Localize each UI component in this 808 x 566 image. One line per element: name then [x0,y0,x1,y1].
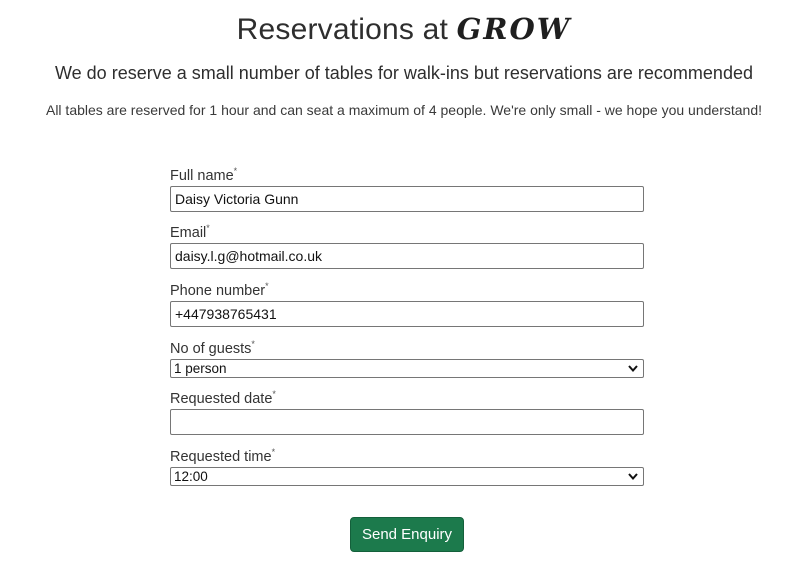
email-input[interactable] [170,243,644,269]
full-name-input[interactable] [170,186,644,212]
required-mark: * [272,389,276,399]
guests-select[interactable]: 1 person [170,359,644,378]
send-enquiry-button[interactable]: Send Enquiry [350,517,464,552]
required-mark: * [206,223,210,233]
email-label: Email* [170,223,210,241]
brand-name: GROW [456,12,572,46]
phone-input[interactable] [170,301,644,327]
required-mark: * [265,281,269,291]
time-selected-value: 12:00 [174,469,208,484]
page-title: Reservations at GROW [0,12,808,47]
page-title-prefix: Reservations at [236,13,457,46]
full-name-label: Full name* [170,166,238,184]
chevron-down-icon [628,365,638,373]
time-select[interactable]: 12:00 [170,467,644,486]
required-mark: * [271,447,276,457]
guests-label: No of guests* [170,339,255,357]
reservation-note: All tables are reserved for 1 hour and c… [45,102,763,118]
chevron-down-icon [628,473,638,481]
required-mark: * [233,166,238,176]
date-label: Requested date* [170,389,276,407]
time-label: Requested time* [170,447,276,465]
page-subtitle: We do reserve a small number of tables f… [55,63,753,83]
phone-label: Phone number* [170,281,269,299]
required-mark: * [251,339,255,349]
date-input[interactable] [170,409,644,435]
guests-selected-value: 1 person [174,361,227,376]
